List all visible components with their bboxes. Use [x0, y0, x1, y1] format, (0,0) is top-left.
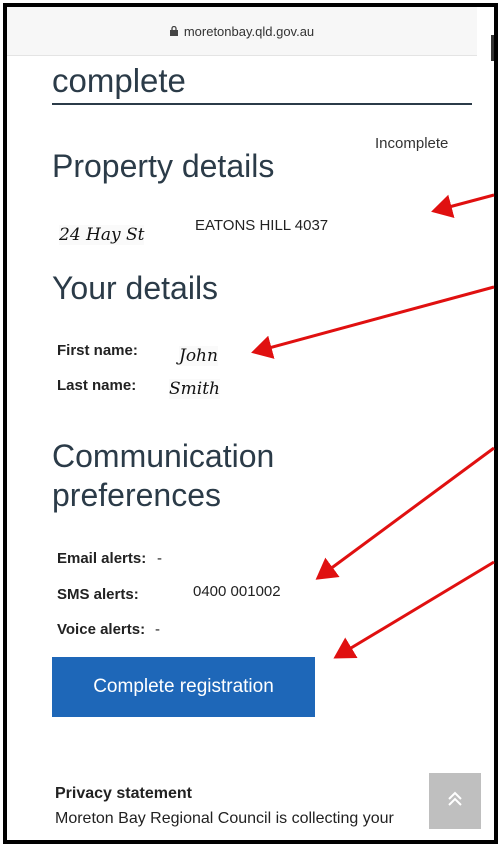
arrow-button [333, 560, 495, 659]
arrow-name [251, 285, 495, 359]
annotation-arrows [251, 193, 495, 659]
arrow-property [431, 193, 495, 218]
arrow-sms [315, 446, 495, 580]
